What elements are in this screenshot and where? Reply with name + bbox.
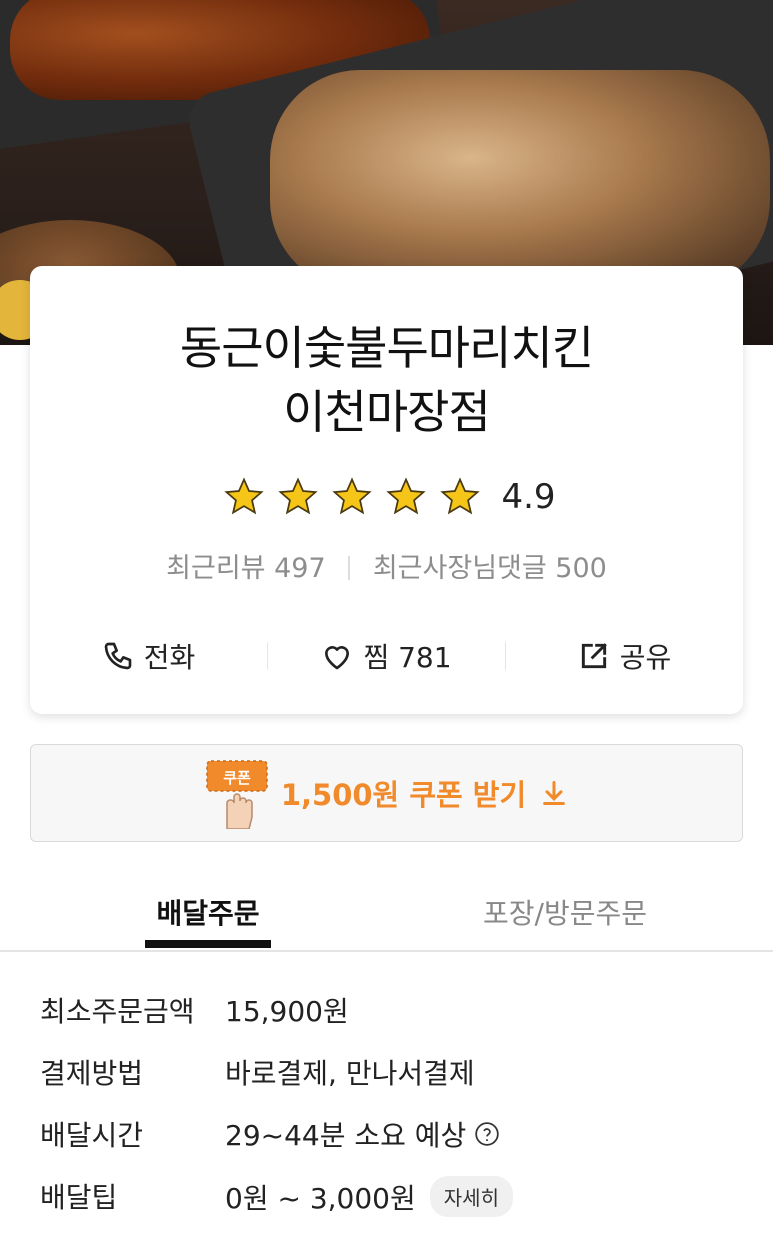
owner-replies-link[interactable]: 최근사장님댓글 500 — [373, 553, 607, 584]
active-tab-indicator — [145, 940, 271, 948]
help-icon[interactable] — [474, 1121, 500, 1147]
favorite-label: 찜 781 — [363, 641, 452, 674]
min-order-label: 최소주문금액 — [40, 995, 195, 1028]
tab-delivery[interactable]: 배달주문 — [145, 892, 271, 932]
delivery-tip-value: 0원 ~ 3,000원 — [225, 1181, 416, 1215]
coupon-hand-icon: 쿠폰 — [206, 760, 268, 829]
payment-value: 바로결제, 만나서결제 — [225, 1057, 475, 1090]
heart-icon — [325, 646, 350, 670]
delivery-tip-row: 배달팁 0원 ~ 3,000원 자세히 — [40, 1176, 740, 1238]
min-order-row: 최소주문금액 15,900원 — [40, 990, 740, 1052]
delivery-time-label: 배달시간 — [40, 1119, 144, 1152]
tab-pickup[interactable]: 포장/방문주문 — [460, 892, 670, 932]
coupon-badge-text: 쿠폰 — [223, 769, 251, 787]
delivery-tip-value-group: 0원 ~ 3,000원 자세히 — [225, 1176, 513, 1217]
star-icon — [386, 477, 427, 515]
download-arrow-icon — [543, 780, 566, 806]
divider — [348, 556, 351, 580]
star-icon — [224, 477, 265, 515]
delivery-info: 최소주문금액 15,900원 결제방법 바로결제, 만나서결제 배달시간 29~… — [40, 990, 740, 1238]
star-icon — [440, 477, 481, 515]
star-icon — [278, 477, 319, 515]
recent-reviews-link[interactable]: 최근리뷰 497 — [166, 553, 325, 584]
coupon-download-button[interactable]: 쿠폰 1,500원 쿠폰 받기 — [30, 744, 743, 842]
tip-detail-button[interactable]: 자세히 — [429, 1176, 513, 1217]
favorite-button[interactable]: 찜 781 — [268, 636, 505, 676]
coupon-label: 1,500원 쿠폰 받기 — [280, 778, 527, 812]
star-icon — [332, 477, 373, 515]
share-button[interactable]: 공유 — [506, 636, 743, 676]
store-name-line1: 동근이숯불두마리치킨 — [179, 321, 594, 375]
share-icon — [581, 643, 607, 669]
rating: 4.9 — [30, 476, 743, 518]
order-type-tabs: 배달주문 포장/방문주문 — [0, 880, 773, 952]
share-label: 공유 — [619, 641, 672, 674]
phone-icon — [104, 642, 132, 670]
review-counts: 최근리뷰 497 최근사장님댓글 500 — [30, 546, 743, 585]
store-actions: 전화 찜 781 공유 — [30, 634, 743, 678]
store-name: 동근이숯불두마리치킨 이천마장점 — [30, 316, 743, 444]
store-info-card: 동근이숯불두마리치킨 이천마장점 4.9 최근리뷰 497 최근사장님댓글 50… — [30, 266, 743, 714]
call-label: 전화 — [143, 641, 196, 674]
store-name-line2: 이천마장점 — [283, 385, 491, 439]
delivery-time-value-group: 29~44분 소요 예상 — [225, 1114, 500, 1154]
delivery-tip-label: 배달팁 — [40, 1181, 118, 1214]
delivery-time-value: 29~44분 소요 예상 — [225, 1119, 467, 1152]
call-button[interactable]: 전화 — [30, 636, 267, 676]
delivery-time-row: 배달시간 29~44분 소요 예상 — [40, 1114, 740, 1176]
min-order-value: 15,900원 — [225, 995, 349, 1028]
payment-label: 결제방법 — [40, 1057, 144, 1090]
payment-row: 결제방법 바로결제, 만나서결제 — [40, 1052, 740, 1114]
rating-value: 4.9 — [501, 477, 556, 517]
